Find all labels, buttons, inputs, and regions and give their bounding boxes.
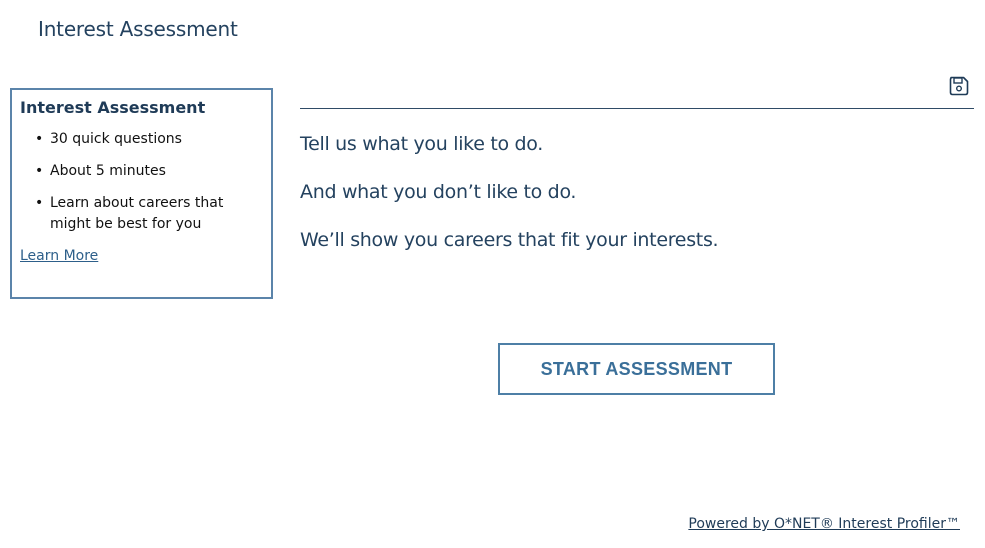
intro-line-3: We’ll show you careers that fit your int… [300,229,719,251]
list-item: 30 quick questions [35,129,263,150]
info-panel-title: Interest Assessment [20,98,206,117]
page-title: Interest Assessment [38,17,238,41]
intro-line-2: And what you don’t like to do. [300,181,577,203]
intro-line-1: Tell us what you like to do. [300,133,544,155]
list-item: About 5 minutes [35,161,263,182]
save-icon[interactable] [948,75,970,97]
info-panel: Interest Assessment 30 quick questions A… [10,88,273,299]
learn-more-link[interactable]: Learn More [20,248,98,264]
start-assessment-button[interactable]: START ASSESSMENT [498,343,775,395]
info-list: 30 quick questions About 5 minutes Learn… [20,129,263,235]
save-icon-graphic [949,76,969,96]
powered-by-link[interactable]: Powered by O*NET® Interest Profiler™ [688,516,960,532]
list-item: Learn about careers that might be best f… [35,193,263,235]
divider [300,108,974,109]
